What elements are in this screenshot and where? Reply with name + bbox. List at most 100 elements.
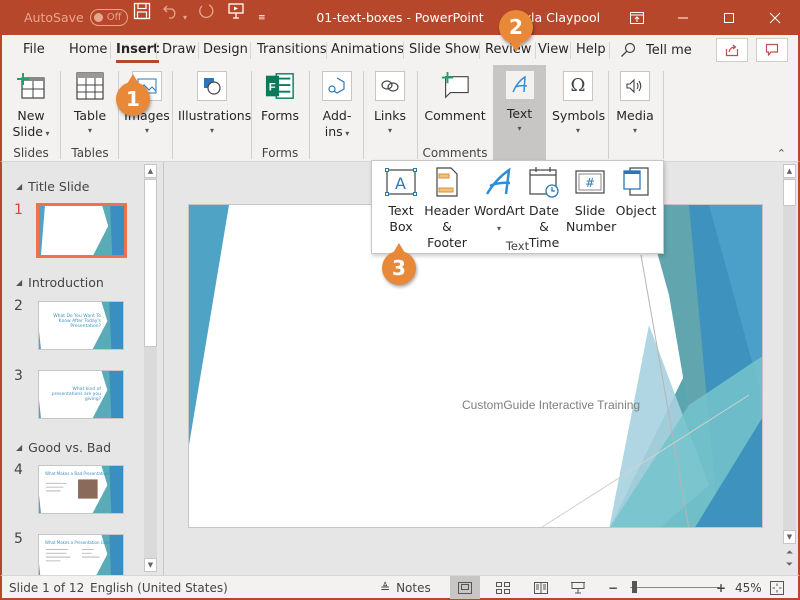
slide-thumbnail-4[interactable]: What Makes a Bad Presentation? xyxy=(38,465,124,514)
comments-button[interactable] xyxy=(756,38,788,62)
chevron-down-icon: ▾ xyxy=(144,126,149,135)
group-label-comments: Comments xyxy=(422,146,488,160)
illustrations-button[interactable]: Illustrations ▾ xyxy=(178,67,251,147)
ribbon-display-options-icon[interactable] xyxy=(614,0,660,35)
next-slide-icon[interactable]: ⏷ xyxy=(783,560,796,570)
tab-design[interactable]: Design xyxy=(200,35,251,65)
slide-show-icon xyxy=(571,581,585,593)
section-title-slide[interactable]: ◢ Title Slide xyxy=(16,179,89,194)
object-icon xyxy=(619,165,653,199)
group-label-slides: Slides xyxy=(13,146,49,160)
reading-view-icon xyxy=(534,581,548,594)
scroll-down-icon[interactable]: ▼ xyxy=(144,558,157,572)
fit-to-window-button[interactable] xyxy=(770,576,784,599)
scrollbar-thumb[interactable] xyxy=(144,179,157,347)
text-button[interactable]: Text ▾ xyxy=(493,65,546,160)
scroll-down-icon[interactable]: ▼ xyxy=(783,530,796,544)
chevron-down-icon: ▾ xyxy=(209,126,214,135)
tab-home[interactable]: Home xyxy=(66,35,110,65)
minimize-icon[interactable] xyxy=(660,0,706,35)
symbols-button[interactable]: Ω Symbols ▾ xyxy=(552,67,605,147)
close-icon[interactable] xyxy=(752,0,798,35)
normal-view-button[interactable] xyxy=(450,576,480,599)
zoom-level[interactable]: 45% xyxy=(735,576,762,599)
scrollbar-thumb[interactable] xyxy=(783,179,796,206)
slide-sorter-button[interactable] xyxy=(488,576,518,599)
slide-number-button[interactable]: # Slide Number xyxy=(566,165,616,235)
collapse-ribbon-icon[interactable]: ⌃ xyxy=(777,147,786,160)
zoom-out-button[interactable]: − xyxy=(608,576,618,599)
text-icon xyxy=(505,71,534,99)
speaker-icon xyxy=(620,71,650,101)
table-button[interactable]: Table ▾ xyxy=(68,67,112,147)
undo-icon[interactable] xyxy=(160,0,182,22)
status-bar: Slide 1 of 12 English (United States) ≜ … xyxy=(0,575,800,600)
step-callout-1: 1 xyxy=(116,74,150,116)
links-icon xyxy=(375,71,405,101)
collapse-section-icon: ◢ xyxy=(16,443,23,452)
svg-text:#: # xyxy=(585,176,595,190)
autosave-toggle[interactable]: Off xyxy=(89,9,128,26)
slide-scrollbar[interactable]: ▲ ▼ xyxy=(783,164,796,544)
tab-view[interactable]: View xyxy=(535,35,572,65)
slide-sorter-icon xyxy=(496,581,510,594)
tab-draw[interactable]: Draw xyxy=(159,35,199,65)
comment-icon xyxy=(765,43,779,57)
scroll-up-icon[interactable]: ▲ xyxy=(783,164,796,178)
ribbon-tabs: File Home Insert Draw Design Transitions… xyxy=(0,35,800,65)
collapse-section-icon: ◢ xyxy=(16,278,23,287)
autosave-control[interactable]: AutoSave Off xyxy=(24,0,128,35)
tab-transitions[interactable]: Transitions xyxy=(254,35,330,65)
scroll-up-icon[interactable]: ▲ xyxy=(144,164,157,178)
slide-thumbnail-3[interactable]: What kind of presentations are you givin… xyxy=(38,370,124,419)
save-icon[interactable] xyxy=(131,0,153,22)
text-box-icon: A xyxy=(384,165,418,199)
tab-animations[interactable]: Animations xyxy=(328,35,407,65)
comment-button[interactable]: Comment xyxy=(424,67,486,147)
tab-help[interactable]: Help xyxy=(573,35,609,65)
title-bar: AutoSave Off ▾ ≡ 01-text-boxes - PowerPo… xyxy=(0,0,800,35)
svg-text:A: A xyxy=(395,174,406,193)
forms-button[interactable]: F Forms xyxy=(258,67,302,147)
section-good-vs-bad[interactable]: ◢ Good vs. Bad xyxy=(16,440,111,455)
tab-slide-show[interactable]: Slide Show xyxy=(406,35,483,65)
slide-number: 5 xyxy=(14,531,23,547)
zoom-slider-thumb[interactable] xyxy=(632,581,637,593)
autosave-label: AutoSave xyxy=(24,10,84,25)
zoom-slider-track[interactable] xyxy=(630,587,720,588)
slide-subtitle[interactable]: CustomGuide Interactive Training xyxy=(462,398,640,412)
normal-view-icon xyxy=(458,581,472,594)
object-button[interactable]: Object xyxy=(614,165,658,219)
tab-file[interactable]: File xyxy=(20,35,48,65)
customize-toolbar-icon[interactable]: ≡ xyxy=(258,0,266,35)
media-button[interactable]: Media ▾ xyxy=(612,67,658,147)
header-footer-icon xyxy=(430,165,464,199)
wordart-button[interactable]: WordArt ▾ xyxy=(474,165,525,236)
slide-thumbnail-5[interactable]: What Makes a Presentation Good? xyxy=(38,534,124,575)
links-button[interactable]: Links ▾ xyxy=(369,67,411,147)
svg-text:F: F xyxy=(269,82,276,94)
slide-thumbnail-2[interactable]: What Do You Want To Know After Today's P… xyxy=(38,301,124,350)
chevron-down-icon: ▾ xyxy=(632,126,637,135)
tab-insert[interactable]: Insert xyxy=(113,35,162,65)
add-ins-button[interactable]: Add- ins ▾ xyxy=(316,67,358,147)
reading-view-button[interactable] xyxy=(526,576,556,599)
slide-show-button[interactable] xyxy=(563,576,593,599)
new-slide-icon xyxy=(16,71,46,101)
tell-me-search[interactable]: Tell me xyxy=(620,35,692,65)
slide-thumbnail-1[interactable] xyxy=(36,203,127,258)
start-slideshow-icon[interactable] xyxy=(225,0,247,22)
maximize-icon[interactable] xyxy=(706,0,752,35)
wordart-icon xyxy=(482,165,516,199)
thumbnails-scrollbar[interactable]: ▲ ▼ xyxy=(144,164,157,572)
notes-button[interactable]: ≜ Notes xyxy=(380,576,431,599)
previous-slide-icon[interactable]: ⏶ xyxy=(783,548,796,558)
new-slide-button[interactable]: New Slide ▾ xyxy=(10,67,52,147)
section-introduction[interactable]: ◢ Introduction xyxy=(16,275,104,290)
share-button[interactable] xyxy=(716,38,748,62)
undo-dropdown-icon[interactable]: ▾ xyxy=(183,0,187,35)
text-box-button[interactable]: A Text Box xyxy=(378,165,424,235)
language-indicator[interactable]: English (United States) xyxy=(90,576,228,599)
redo-icon[interactable] xyxy=(195,0,217,22)
zoom-in-button[interactable]: + xyxy=(716,576,726,599)
